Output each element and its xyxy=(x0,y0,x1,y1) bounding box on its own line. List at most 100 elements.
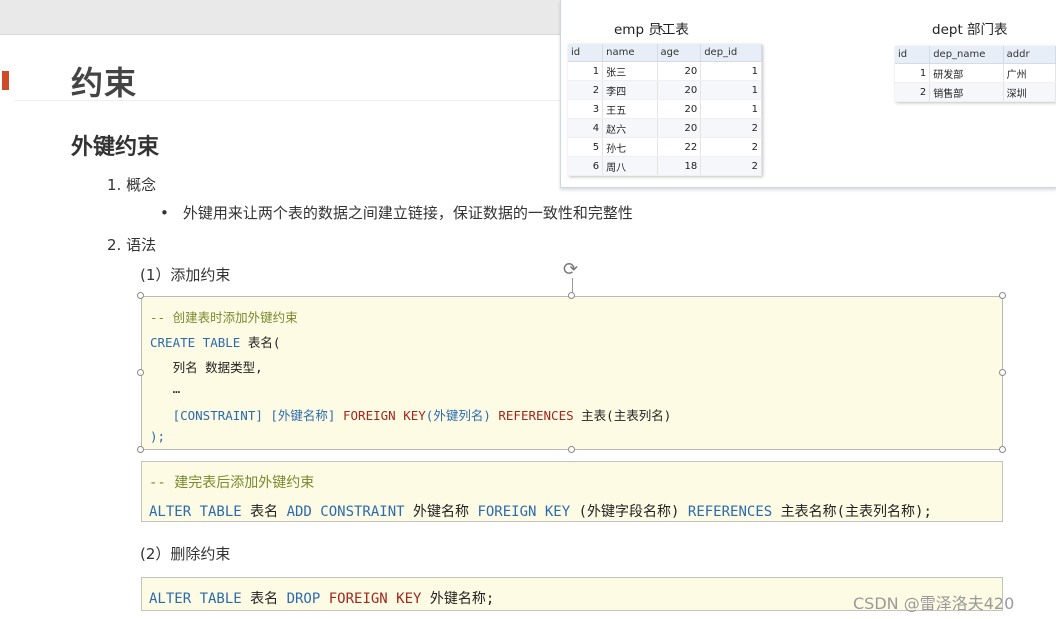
rotate-handle-icon[interactable]: ⟳ xyxy=(563,259,578,280)
resize-handle[interactable] xyxy=(137,292,144,299)
dept-table: id dep_name addr 1 研发部 广州 2 销售部 深圳 xyxy=(895,46,1056,102)
table-row: 2 销售部 深圳 xyxy=(895,82,1056,102)
resize-handle[interactable] xyxy=(137,369,144,376)
table-header-row: id name age dep_id xyxy=(568,44,762,62)
code-text: 表名( xyxy=(240,335,281,350)
list-item-concept: 1. 概念 xyxy=(107,176,157,194)
slide-title: 约束 xyxy=(71,64,138,102)
code-line: … xyxy=(150,381,181,396)
dept-table-caption: dept 部门表 xyxy=(932,22,1008,38)
table-cell: 2 xyxy=(700,137,762,157)
resize-handle[interactable] xyxy=(568,292,575,299)
column-header: age xyxy=(657,44,702,62)
table-cell: 2 xyxy=(568,80,604,100)
table-cell: 周八 xyxy=(602,156,658,176)
table-cell: 2 xyxy=(700,156,762,176)
code-keyword: (外键列名) xyxy=(425,408,499,423)
mouse-cursor-icon: ↖ xyxy=(657,22,668,36)
column-header: dep_name xyxy=(929,46,1004,64)
column-header: id xyxy=(895,46,931,64)
code-comment: -- 创建表时添加外键约束 xyxy=(150,310,298,325)
emp-table-caption: emp 员工表 xyxy=(614,22,689,38)
watermark: CSDN @雷泽洛夫420 xyxy=(853,594,1015,613)
column-header: id xyxy=(568,44,604,62)
code-text: 外键名称 xyxy=(404,504,478,520)
column-header: name xyxy=(602,44,658,62)
code-line: ALTER TABLE 表名 DROP FOREIGN KEY 外键名称; xyxy=(149,588,494,608)
code-keyword: ALTER TABLE xyxy=(149,504,242,520)
section-heading: 外键约束 xyxy=(71,135,160,160)
table-cell: 4 xyxy=(568,118,604,138)
code-text: 外键名称; xyxy=(421,591,495,607)
code-line: ); xyxy=(150,429,166,444)
table-cell: 18 xyxy=(657,156,702,176)
code-foreign-key: FOREIGN KEY xyxy=(328,591,422,607)
list-item-syntax: 2. 语法 xyxy=(107,236,157,254)
step-add-constraint: (1）添加约束 xyxy=(140,266,231,284)
resize-handle[interactable] xyxy=(999,446,1006,453)
table-cell: 赵六 xyxy=(602,118,658,138)
table-row: 4 赵六 20 2 xyxy=(568,118,762,138)
table-row: 3 王五 20 1 xyxy=(568,99,762,119)
column-header: addr xyxy=(1003,46,1056,64)
table-row: 6 周八 18 2 xyxy=(568,156,762,176)
table-cell: 20 xyxy=(657,118,702,138)
resize-handle[interactable] xyxy=(137,446,144,453)
code-keyword: REFERENCES xyxy=(687,504,773,520)
emp-table: id name age dep_id 1 张三 20 1 2 李四 20 1 3 王五 20 1 … xyxy=(568,44,762,176)
table-cell: 20 xyxy=(657,61,702,81)
table-cell: 22 xyxy=(657,137,702,157)
table-cell: 李四 xyxy=(602,80,658,100)
table-header-row: id dep_name addr xyxy=(895,46,1056,64)
code-line: [CONSTRAINT] [外键名称] FOREIGN KEY(外键列名) RE… xyxy=(150,405,672,424)
table-cell: 研发部 xyxy=(929,63,1004,83)
code-keyword: [CONSTRAINT] [外键名称] xyxy=(150,408,343,423)
code-foreign-key: FOREIGN KEY xyxy=(343,408,426,423)
bullet-text: 外键用来让两个表的数据之间建立链接，保证数据的一致性和完整性 xyxy=(182,204,633,222)
table-cell: 1 xyxy=(895,63,931,83)
table-cell: 销售部 xyxy=(929,82,1004,102)
code-block-create[interactable]: -- 创建表时添加外键约束 CREATE TABLE 表名( 列名 数据类型, … xyxy=(141,296,1003,450)
code-line: ALTER TABLE 表名 ADD CONSTRAINT 外键名称 FOREI… xyxy=(149,501,932,521)
table-cell: 3 xyxy=(568,99,604,119)
table-cell: 1 xyxy=(568,61,604,81)
table-cell: 孙七 xyxy=(602,137,658,157)
column-header: dep_id xyxy=(700,44,762,62)
title-marker xyxy=(2,71,9,90)
table-row: 1 研发部 广州 xyxy=(895,63,1056,83)
table-cell: 1 xyxy=(700,80,762,100)
bullet-item: • 外键用来让两个表的数据之间建立链接，保证数据的一致性和完整性 xyxy=(160,202,633,223)
code-keyword: ALTER TABLE xyxy=(149,591,242,607)
table-row: 1 张三 20 1 xyxy=(568,61,762,81)
table-cell: 广州 xyxy=(1003,63,1056,83)
bullet-dot: • xyxy=(160,204,169,222)
code-text: 主表名称(主表列名称); xyxy=(772,504,932,520)
code-text: (外键字段名称) xyxy=(570,504,688,520)
code-line: 列名 数据类型, xyxy=(150,360,263,375)
table-cell: 深圳 xyxy=(1003,82,1056,102)
code-references: REFERENCES xyxy=(498,408,574,423)
code-line: CREATE TABLE 表名( xyxy=(150,332,280,351)
table-cell: 2 xyxy=(895,82,931,102)
table-cell: 1 xyxy=(700,99,762,119)
table-row: 5 孙七 22 2 xyxy=(568,137,762,157)
code-keyword: FOREIGN KEY xyxy=(477,504,571,520)
code-text: 主表(主表列名) xyxy=(573,408,672,423)
code-keyword: CREATE TABLE xyxy=(150,335,241,350)
code-keyword: DROP xyxy=(286,591,321,607)
resize-handle[interactable] xyxy=(999,369,1006,376)
code-block-alter-add[interactable]: -- 建完表后添加外键约束 ALTER TABLE 表名 ADD CONSTRA… xyxy=(141,461,1003,522)
code-comment: -- 建完表后添加外键约束 xyxy=(149,475,315,491)
resize-handle[interactable] xyxy=(568,446,575,453)
table-cell: 20 xyxy=(657,80,702,100)
resize-handle[interactable] xyxy=(999,292,1006,299)
code-text: 表名 xyxy=(241,504,287,520)
table-row: 2 李四 20 1 xyxy=(568,80,762,100)
table-cell: 6 xyxy=(568,156,604,176)
table-cell: 王五 xyxy=(602,99,658,119)
table-cell: 5 xyxy=(568,137,604,157)
step-drop-constraint: (2）删除约束 xyxy=(140,545,231,563)
table-cell: 1 xyxy=(700,61,762,81)
table-cell: 2 xyxy=(700,118,762,138)
